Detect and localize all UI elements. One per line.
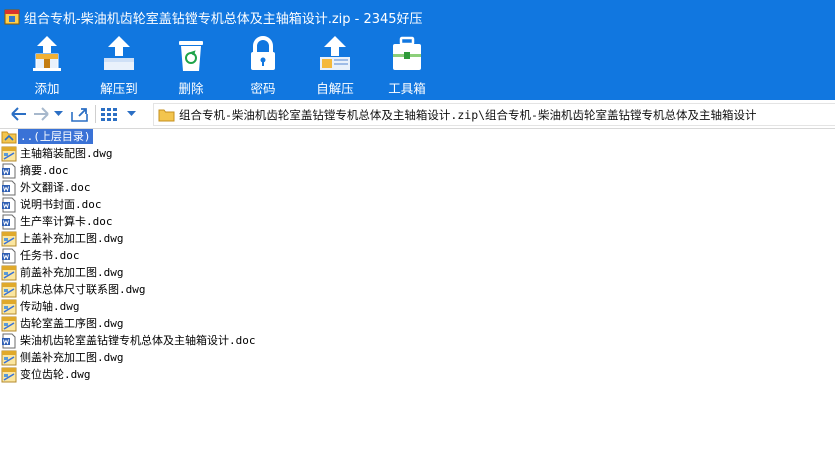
word-document-icon: [1, 180, 17, 196]
dwg-file-icon: [1, 350, 17, 366]
dwg-file-icon: [1, 282, 17, 298]
dwg-file-icon: [1, 367, 17, 383]
file-name: 主轴箱装配图.dwg: [20, 147, 113, 160]
file-name: 生产率计算卡.doc: [20, 215, 113, 228]
self-extract-icon: [320, 36, 350, 70]
toolbar: 添加 解压到 删除 密码 自解压 工具箱: [0, 34, 835, 100]
dwg-file-icon: [1, 299, 17, 315]
file-list: ..(上层目录) 主轴箱装配图.dwg 摘要.doc 外文翻译.doc 说明书封面.do…: [0, 128, 835, 383]
file-list-item[interactable]: 摘要.doc: [0, 162, 835, 179]
delete-button[interactable]: 删除: [155, 34, 227, 100]
file-list-item[interactable]: 上盖补充加工图.dwg: [0, 230, 835, 247]
word-document-icon: [1, 248, 17, 264]
parent-directory-item[interactable]: ..(上层目录): [0, 128, 835, 145]
dwg-file-icon: [1, 316, 17, 332]
chevron-down-icon: [126, 111, 136, 116]
file-name: 变位齿轮.dwg: [20, 368, 91, 381]
file-name: 柴油机齿轮室盖钻镗专机总体及主轴箱设计.doc: [20, 334, 256, 347]
file-name: 机床总体尺寸联系图.dwg: [20, 283, 146, 296]
file-name: 任务书.doc: [20, 249, 80, 262]
toolbox-button[interactable]: 工具箱: [371, 34, 443, 100]
list-view-icon: [101, 108, 117, 121]
file-name: 说明书封面.doc: [20, 198, 102, 211]
view-mode-dropdown-button[interactable]: [124, 103, 138, 125]
self-extract-label: 自解压: [316, 81, 354, 96]
parent-folder-icon: [1, 129, 17, 145]
view-mode-button[interactable]: [99, 103, 121, 125]
file-name: 上盖补充加工图.dwg: [20, 232, 124, 245]
delete-label: 删除: [178, 81, 204, 96]
back-arrow-icon: [11, 107, 26, 121]
file-list-item[interactable]: 变位齿轮.dwg: [0, 366, 835, 383]
file-list-item[interactable]: 说明书封面.doc: [0, 196, 835, 213]
file-name: 前盖补充加工图.dwg: [20, 266, 124, 279]
word-document-icon: [1, 197, 17, 213]
address-bar: 组合专机-柴油机齿轮室盖钻镗专机总体及主轴箱设计.zip\组合专机-柴油机齿轮室…: [0, 100, 835, 129]
password-label: 密码: [250, 81, 276, 96]
forward-arrow-icon: [34, 107, 49, 121]
extract-label: 解压到: [100, 81, 138, 96]
extract-button[interactable]: 解压到: [83, 34, 155, 100]
file-list-item[interactable]: 机床总体尺寸联系图.dwg: [0, 281, 835, 298]
lock-icon: [251, 36, 275, 70]
app-icon: [4, 9, 20, 25]
file-list-item[interactable]: 传动轴.dwg: [0, 298, 835, 315]
toolbar-separator: [95, 105, 96, 123]
file-list-item[interactable]: 侧盖补充加工图.dwg: [0, 349, 835, 366]
add-label: 添加: [34, 81, 60, 96]
file-list-item[interactable]: 主轴箱装配图.dwg: [0, 145, 835, 162]
forward-button[interactable]: [30, 103, 52, 125]
add-archive-icon: [33, 36, 61, 71]
word-document-icon: [1, 214, 17, 230]
file-name: 外文翻译.doc: [20, 181, 91, 194]
word-document-icon: [1, 163, 17, 179]
path-text: 组合专机-柴油机齿轮室盖钻镗专机总体及主轴箱设计.zip\组合专机-柴油机齿轮室…: [179, 107, 757, 122]
extract-icon: [104, 36, 134, 70]
toolbox-label: 工具箱: [388, 81, 426, 96]
up-level-button[interactable]: [68, 103, 92, 125]
folder-icon: [158, 109, 175, 121]
dwg-file-icon: [1, 231, 17, 247]
title-bar: 组合专机-柴油机齿轮室盖钻镗专机总体及主轴箱设计.zip - 2345好压: [0, 0, 835, 34]
file-name: 齿轮室盖工序图.dwg: [20, 317, 124, 330]
self-extract-button[interactable]: 自解压: [299, 34, 371, 100]
back-button[interactable]: [8, 103, 30, 125]
dwg-file-icon: [1, 146, 17, 162]
file-list-item[interactable]: 前盖补充加工图.dwg: [0, 264, 835, 281]
path-field[interactable]: 组合专机-柴油机齿轮室盖钻镗专机总体及主轴箱设计.zip\组合专机-柴油机齿轮室…: [153, 103, 835, 126]
file-name: 传动轴.dwg: [20, 300, 80, 313]
toolbox-icon: [393, 36, 421, 70]
history-dropdown-button[interactable]: [52, 103, 64, 125]
file-name: 侧盖补充加工图.dwg: [20, 351, 124, 364]
recycle-bin-icon: [179, 41, 203, 71]
file-list-item[interactable]: 任务书.doc: [0, 247, 835, 264]
window-title: 组合专机-柴油机齿轮室盖钻镗专机总体及主轴箱设计.zip - 2345好压: [24, 11, 423, 27]
file-list-item[interactable]: 齿轮室盖工序图.dwg: [0, 315, 835, 332]
file-list-item[interactable]: 柴油机齿轮室盖钻镗专机总体及主轴箱设计.doc: [0, 332, 835, 349]
dwg-file-icon: [1, 265, 17, 281]
chevron-down-icon: [53, 111, 63, 116]
add-button[interactable]: 添加: [11, 34, 83, 100]
file-list-item[interactable]: 生产率计算卡.doc: [0, 213, 835, 230]
word-document-icon: [1, 333, 17, 349]
file-list-item[interactable]: 外文翻译.doc: [0, 179, 835, 196]
password-button[interactable]: 密码: [227, 34, 299, 100]
up-folder-icon: [71, 108, 88, 122]
file-name: ..(上层目录): [18, 129, 93, 144]
file-name: 摘要.doc: [20, 164, 69, 177]
